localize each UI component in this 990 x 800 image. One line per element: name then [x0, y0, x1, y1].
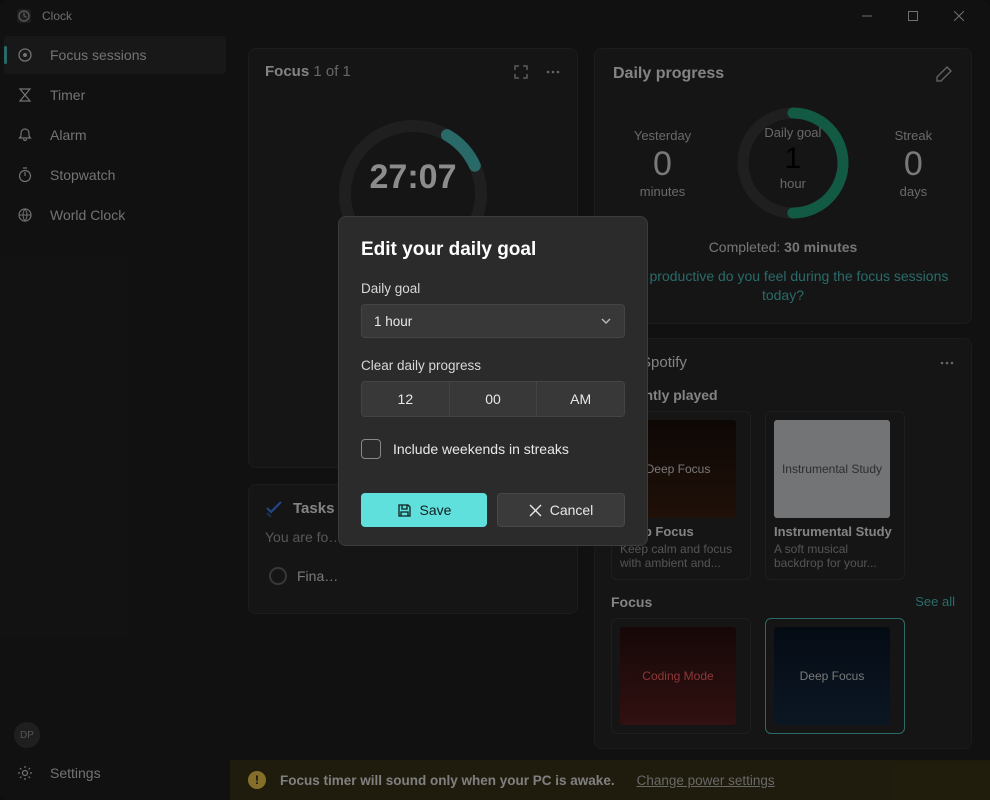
app-window: Clock Focus sessions Timer Alarm	[0, 0, 990, 800]
hour-field[interactable]: 12	[362, 382, 450, 416]
include-weekends-checkbox[interactable]	[361, 439, 381, 459]
cancel-button[interactable]: Cancel	[497, 493, 625, 527]
include-weekends-label: Include weekends in streaks	[393, 441, 569, 457]
save-icon	[397, 503, 412, 518]
daily-goal-select[interactable]: 1 hour	[361, 304, 625, 338]
close-icon	[529, 504, 542, 517]
ampm-field[interactable]: AM	[537, 382, 624, 416]
minute-field[interactable]: 00	[450, 382, 538, 416]
clear-time-picker: 12 00 AM	[361, 381, 625, 417]
edit-daily-goal-dialog: Edit your daily goal Daily goal 1 hour C…	[338, 216, 648, 546]
modal-overlay[interactable]: Edit your daily goal Daily goal 1 hour C…	[0, 0, 990, 800]
clear-progress-label: Clear daily progress	[361, 358, 625, 373]
daily-goal-value: 1 hour	[374, 314, 412, 329]
daily-goal-label: Daily goal	[361, 281, 625, 296]
chevron-down-icon	[600, 315, 612, 327]
dialog-title: Edit your daily goal	[361, 239, 625, 261]
save-button[interactable]: Save	[361, 493, 487, 527]
